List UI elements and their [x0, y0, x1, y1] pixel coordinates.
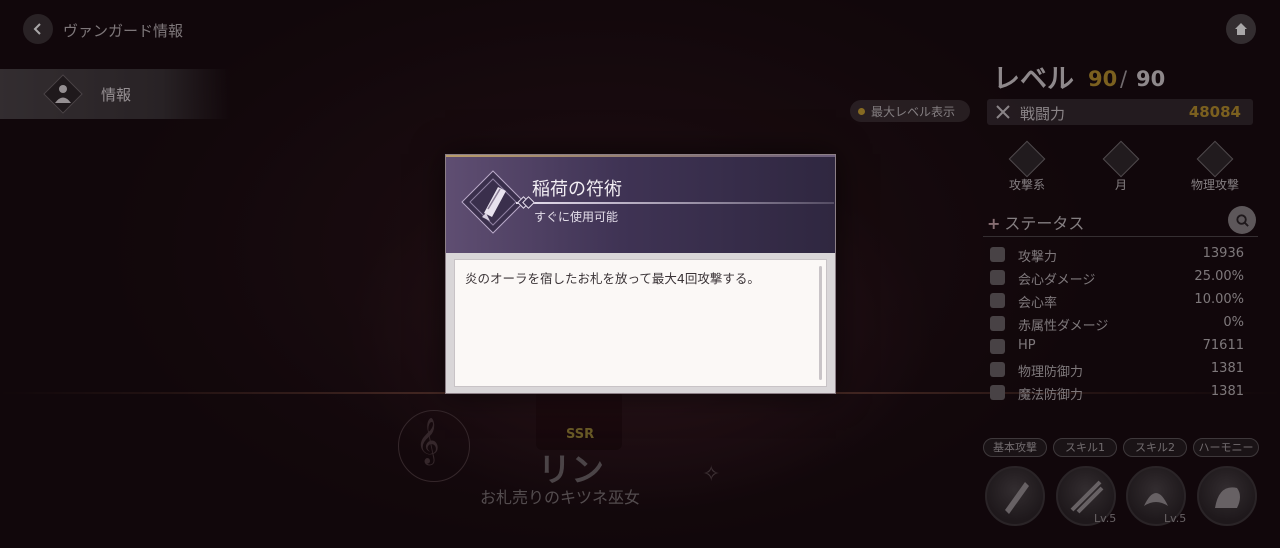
character-title: お札売りのキツネ巫女: [480, 488, 641, 507]
dialog-body: 炎のオーラを宿したお札を放って最大4回攻撃する。: [454, 259, 827, 387]
tab-skill2[interactable]: スキル2: [1123, 438, 1187, 457]
stat-value: 1381: [1210, 384, 1244, 399]
rarity-badge: SSR: [566, 427, 595, 442]
title-underline: [516, 202, 834, 204]
sidebar-item-info[interactable]: 情報: [0, 69, 230, 119]
fist-icon: [1196, 140, 1234, 178]
harmony-button[interactable]: [1197, 466, 1257, 526]
max-level-button[interactable]: 最大レベル表示: [850, 100, 970, 122]
skill-detail-dialog[interactable]: 稲荷の符術 すぐに使用可能 炎のオーラを宿したお札を放って最大4回攻撃する。: [445, 154, 836, 394]
status-title-text: ステータス: [1004, 214, 1085, 233]
skill-description: 炎のオーラを宿したお札を放って最大4回攻撃する。: [465, 271, 760, 286]
level-max: 90: [1136, 67, 1166, 91]
stat-name: HP: [1018, 338, 1036, 353]
dialog-subtitle: すぐに使用可能: [534, 210, 619, 224]
skill1-level: Lv.5: [1094, 512, 1117, 525]
power-label: 戦闘力: [1020, 105, 1066, 123]
fist-icon: [990, 247, 1005, 262]
stat-name: 物理防御力: [1018, 365, 1084, 380]
power-value: 48084: [1188, 103, 1241, 121]
blade-icon: [990, 316, 1005, 331]
stat-name: 会心率: [1018, 296, 1058, 311]
stat-row: HP 71611: [990, 337, 1244, 357]
tab-skill1[interactable]: スキル1: [1053, 438, 1117, 457]
level-current: 90: [1088, 67, 1118, 91]
stat-row: 攻撃力 13936: [990, 245, 1244, 265]
level-label: レベル: [993, 64, 1074, 95]
sparkle-icon: ✧: [702, 462, 721, 487]
attribute-element-label: 月: [1114, 178, 1127, 192]
blade-skill-icon: [1005, 482, 1029, 514]
attribute-attack: 物理攻撃: [1185, 140, 1245, 193]
stat-value: 0%: [1223, 315, 1244, 330]
shield-icon: [990, 362, 1005, 377]
attribute-attack-label: 物理攻撃: [1190, 178, 1239, 192]
sword-icon: [1008, 140, 1046, 178]
wolf-skill-icon: [1215, 487, 1240, 508]
dialog-title: 稲荷の符術: [532, 179, 622, 200]
crossed-swords-icon: [996, 105, 1010, 119]
eye-icon: [1102, 140, 1140, 178]
stat-value: 1381: [1210, 361, 1244, 376]
stat-name: 攻撃力: [1018, 250, 1058, 265]
stat-row: 会心ダメージ 25.00%: [990, 268, 1244, 288]
magic-shield-icon: [990, 385, 1005, 400]
max-level-label: 最大レベル表示: [871, 104, 956, 119]
header-accent: [446, 155, 835, 157]
level-separator: /: [1120, 67, 1128, 91]
stat-name: 赤属性ダメージ: [1018, 319, 1109, 334]
attribute-element: 月: [1091, 140, 1151, 193]
skill2-level: Lv.5: [1164, 512, 1187, 525]
plus-icon: +: [987, 214, 1001, 233]
status-search-button[interactable]: [1228, 206, 1256, 234]
combat-power: 戦闘力 48084: [987, 99, 1253, 125]
music-note-icon: 𝄞: [416, 418, 440, 464]
person-icon: [55, 85, 71, 103]
skill-basic-attack-button[interactable]: [985, 466, 1045, 526]
toggle-dot: [858, 107, 865, 115]
dialog-header: 稲荷の符術 すぐに使用可能: [446, 155, 835, 253]
attribute-type: 攻撃系: [997, 140, 1057, 193]
attribute-type-label: 攻撃系: [1008, 178, 1045, 192]
stat-row: 会心率 10.00%: [990, 291, 1244, 311]
stat-row: 魔法防御力 1381: [990, 383, 1244, 403]
burst-icon: [990, 270, 1005, 285]
stat-row: 物理防御力 1381: [990, 360, 1244, 380]
stat-value: 25.00%: [1194, 269, 1244, 284]
home-button[interactable]: [1226, 14, 1256, 44]
stat-value: 13936: [1202, 246, 1244, 261]
search-icon: [1235, 213, 1249, 227]
back-button[interactable]: [23, 14, 53, 44]
tab-basic-attack[interactable]: 基本攻撃: [983, 438, 1047, 457]
heart-icon: [990, 339, 1005, 354]
stat-value: 71611: [1202, 338, 1244, 353]
scrollbar[interactable]: [819, 266, 822, 380]
page-title: ヴァンガード情報: [63, 22, 184, 40]
stat-name: 会心ダメージ: [1018, 273, 1096, 288]
home-icon: [1235, 23, 1247, 35]
sidebar-item-label: 情報: [101, 86, 132, 104]
back-arrow-icon: [33, 23, 41, 35]
stat-value: 10.00%: [1194, 292, 1244, 307]
crit-icon: [990, 293, 1005, 308]
tab-harmony[interactable]: ハーモニー: [1193, 438, 1259, 457]
status-title: + ステータス: [987, 210, 1084, 234]
divider: [983, 236, 1258, 237]
stat-name: 魔法防御力: [1018, 388, 1084, 403]
stat-row: 赤属性ダメージ 0%: [990, 314, 1244, 334]
